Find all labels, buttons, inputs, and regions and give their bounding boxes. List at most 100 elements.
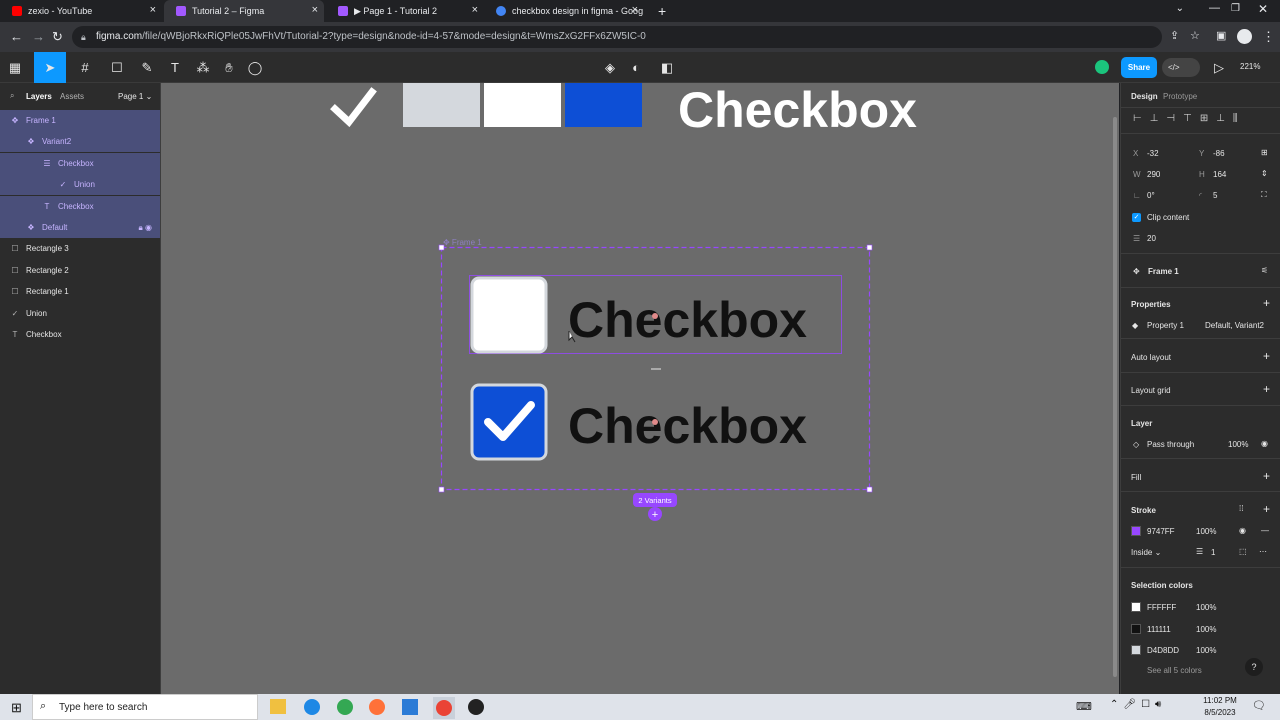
keyboard-icon[interactable]: ⌨	[1076, 700, 1092, 713]
remove-stroke-icon[interactable]: —	[1261, 526, 1269, 535]
constraints-icon[interactable]: ⊞	[1261, 148, 1268, 157]
width-field[interactable]: 290	[1147, 170, 1160, 179]
design-canvas[interactable]: Checkbox ✥ Frame 1 Checkbox Checkbox 2 V…	[161, 83, 1119, 694]
add-auto-layout-icon[interactable]: +	[1263, 349, 1270, 363]
dev-mode-toggle[interactable]: </>	[1162, 58, 1200, 77]
see-all-colors-link[interactable]: See all 5 colors	[1147, 666, 1202, 675]
hand-tool-icon[interactable]: ✋︎	[216, 52, 242, 83]
comment-tool-icon[interactable]: ◯	[242, 52, 268, 83]
tab-list-icon[interactable]: ⌄	[1176, 3, 1184, 14]
frame-label[interactable]: ✥ Frame 1	[443, 238, 482, 247]
tab-prototype[interactable]: Prototype	[1163, 92, 1197, 101]
color-opacity[interactable]: 100%	[1196, 625, 1216, 634]
tab-assets[interactable]: Assets	[60, 92, 84, 101]
layer-lock-visibility-icons[interactable]: 🔒︎ ◉	[139, 223, 152, 233]
main-menu-icon[interactable]: ▦	[2, 52, 28, 83]
component-settings-icon[interactable]: ⚟	[1261, 266, 1268, 275]
y-field[interactable]: -86	[1213, 149, 1225, 158]
color-opacity[interactable]: 100%	[1196, 646, 1216, 655]
layer-row[interactable]: ☐ Rectangle 3	[0, 238, 160, 259]
pen-tool-icon[interactable]: ✎	[134, 52, 160, 83]
x-field[interactable]: -32	[1147, 149, 1159, 158]
move-tool-icon[interactable]: ➤	[34, 52, 66, 83]
chrome-active-icon[interactable]	[433, 697, 455, 719]
close-icon[interactable]: ×	[472, 4, 478, 16]
checkbox-unchecked[interactable]	[470, 276, 548, 354]
resize-handle[interactable]	[866, 486, 873, 493]
color-swatch-gray[interactable]	[403, 83, 480, 127]
text-tool-icon[interactable]: T	[162, 52, 188, 83]
forward-icon[interactable]: →	[32, 29, 45, 44]
user-avatar[interactable]	[1095, 60, 1109, 74]
component-icon[interactable]: ◈	[597, 52, 623, 83]
color-swatch-white[interactable]	[484, 83, 561, 127]
rotation-field[interactable]: 0°	[1147, 191, 1155, 200]
resize-handle[interactable]	[866, 244, 873, 251]
sidebar-icon[interactable]: ▣	[1216, 29, 1226, 42]
menu-icon[interactable]: ⋮	[1262, 29, 1275, 45]
page-selector[interactable]: Page 1 ⌄	[118, 92, 152, 101]
more-icon[interactable]: ⋯	[1259, 547, 1267, 556]
stroke-position-select[interactable]: Inside ⌄	[1131, 548, 1161, 557]
tab-google[interactable]: checkbox design in figma - Goog ×	[484, 0, 644, 22]
tab-figma[interactable]: Tutorial 2 – Figma ×	[164, 0, 324, 22]
corner-radius-field[interactable]: 5	[1213, 191, 1217, 200]
tab-youtube[interactable]: zexio - YouTube ×	[0, 0, 162, 22]
color-hex[interactable]: FFFFFF	[1147, 603, 1176, 612]
taskbar-search-box[interactable]: ⌕ Type here to search	[32, 694, 258, 720]
resources-icon[interactable]: ⁂	[190, 52, 216, 83]
lock-ratio-icon[interactable]: ⇕	[1261, 169, 1268, 178]
search-icon[interactable]: ⌕	[10, 91, 14, 101]
stroke-weight-field[interactable]: 1	[1211, 548, 1215, 557]
photos-icon[interactable]	[402, 699, 418, 715]
tab-design[interactable]: Design	[1131, 92, 1158, 101]
alignment-icons[interactable]: ⊢⊥⊣⊤⊞⊥⫼	[1133, 113, 1246, 124]
eye-icon[interactable]: ◉	[1261, 439, 1268, 448]
color-swatch[interactable]	[1131, 645, 1141, 655]
add-property-icon[interactable]: +	[1263, 296, 1270, 310]
eye-icon[interactable]: ◉	[1239, 526, 1246, 535]
tray-icons[interactable]: ⌃🎤︎☐🔊︎	[1110, 699, 1166, 710]
layer-row[interactable]: ☐ Rectangle 1	[0, 281, 160, 302]
firefox-icon[interactable]	[369, 699, 385, 715]
independent-corners-icon[interactable]: ⛶	[1261, 190, 1267, 200]
restore-icon[interactable]: ❐	[1231, 3, 1240, 14]
window-close-icon[interactable]: ✕	[1258, 2, 1268, 16]
windows-start-icon[interactable]: ⊞	[11, 700, 22, 716]
resize-handle[interactable]	[438, 244, 445, 251]
stroke-opacity[interactable]: 100%	[1196, 527, 1216, 536]
present-icon[interactable]: ▷	[1206, 52, 1232, 83]
layer-opacity-field[interactable]: 100%	[1228, 440, 1248, 449]
layer-row[interactable]: T Checkbox	[0, 195, 160, 217]
checkbox-label-variant2[interactable]: Checkbox	[568, 398, 807, 454]
edge-icon[interactable]	[304, 699, 320, 715]
chrome-icon[interactable]	[337, 699, 353, 715]
add-fill-icon[interactable]: +	[1263, 469, 1270, 483]
taskbar-clock[interactable]: 11:02 PM 8/5/2023	[1200, 696, 1240, 717]
bookmark-star-icon[interactable]: ☆	[1190, 29, 1200, 42]
resize-handle[interactable]	[438, 486, 445, 493]
share-page-icon[interactable]: ⇪	[1170, 29, 1179, 42]
component-name[interactable]: Frame 1	[1148, 267, 1179, 276]
blend-mode-select[interactable]: Pass through	[1147, 440, 1194, 449]
checkbox-label-default[interactable]: Checkbox	[568, 292, 807, 348]
shape-tool-icon[interactable]: ☐	[104, 52, 130, 83]
stroke-styles-icon[interactable]: ⁞⁞	[1239, 504, 1243, 513]
recorder-icon[interactable]	[468, 699, 484, 715]
share-button[interactable]: Share	[1121, 57, 1157, 78]
back-icon[interactable]: ←	[10, 29, 23, 44]
layer-row[interactable]: ☐ Rectangle 2	[0, 260, 160, 281]
layer-row[interactable]: ❖ Default 🔒︎ ◉	[0, 217, 160, 238]
file-explorer-icon[interactable]	[270, 699, 286, 714]
new-tab-button[interactable]: +	[646, 0, 666, 22]
close-icon[interactable]: ×	[312, 4, 318, 16]
url-field[interactable]: 🔒︎ figma.com/file/qWBjoRkxRiQPle05JwFhVt…	[72, 26, 1162, 48]
property-value[interactable]: Default, Variant2	[1205, 321, 1264, 330]
color-hex[interactable]: D4D8DD	[1147, 646, 1179, 655]
frame-tool-icon[interactable]: #	[70, 52, 100, 83]
stroke-color-hex[interactable]: 9747FF	[1147, 527, 1175, 536]
color-swatch[interactable]	[1131, 602, 1141, 612]
tab-page1[interactable]: ▶ Page 1 - Tutorial 2 ×	[326, 0, 484, 22]
layer-row[interactable]: ✓ Union	[0, 303, 160, 324]
height-field[interactable]: 164	[1213, 170, 1226, 179]
